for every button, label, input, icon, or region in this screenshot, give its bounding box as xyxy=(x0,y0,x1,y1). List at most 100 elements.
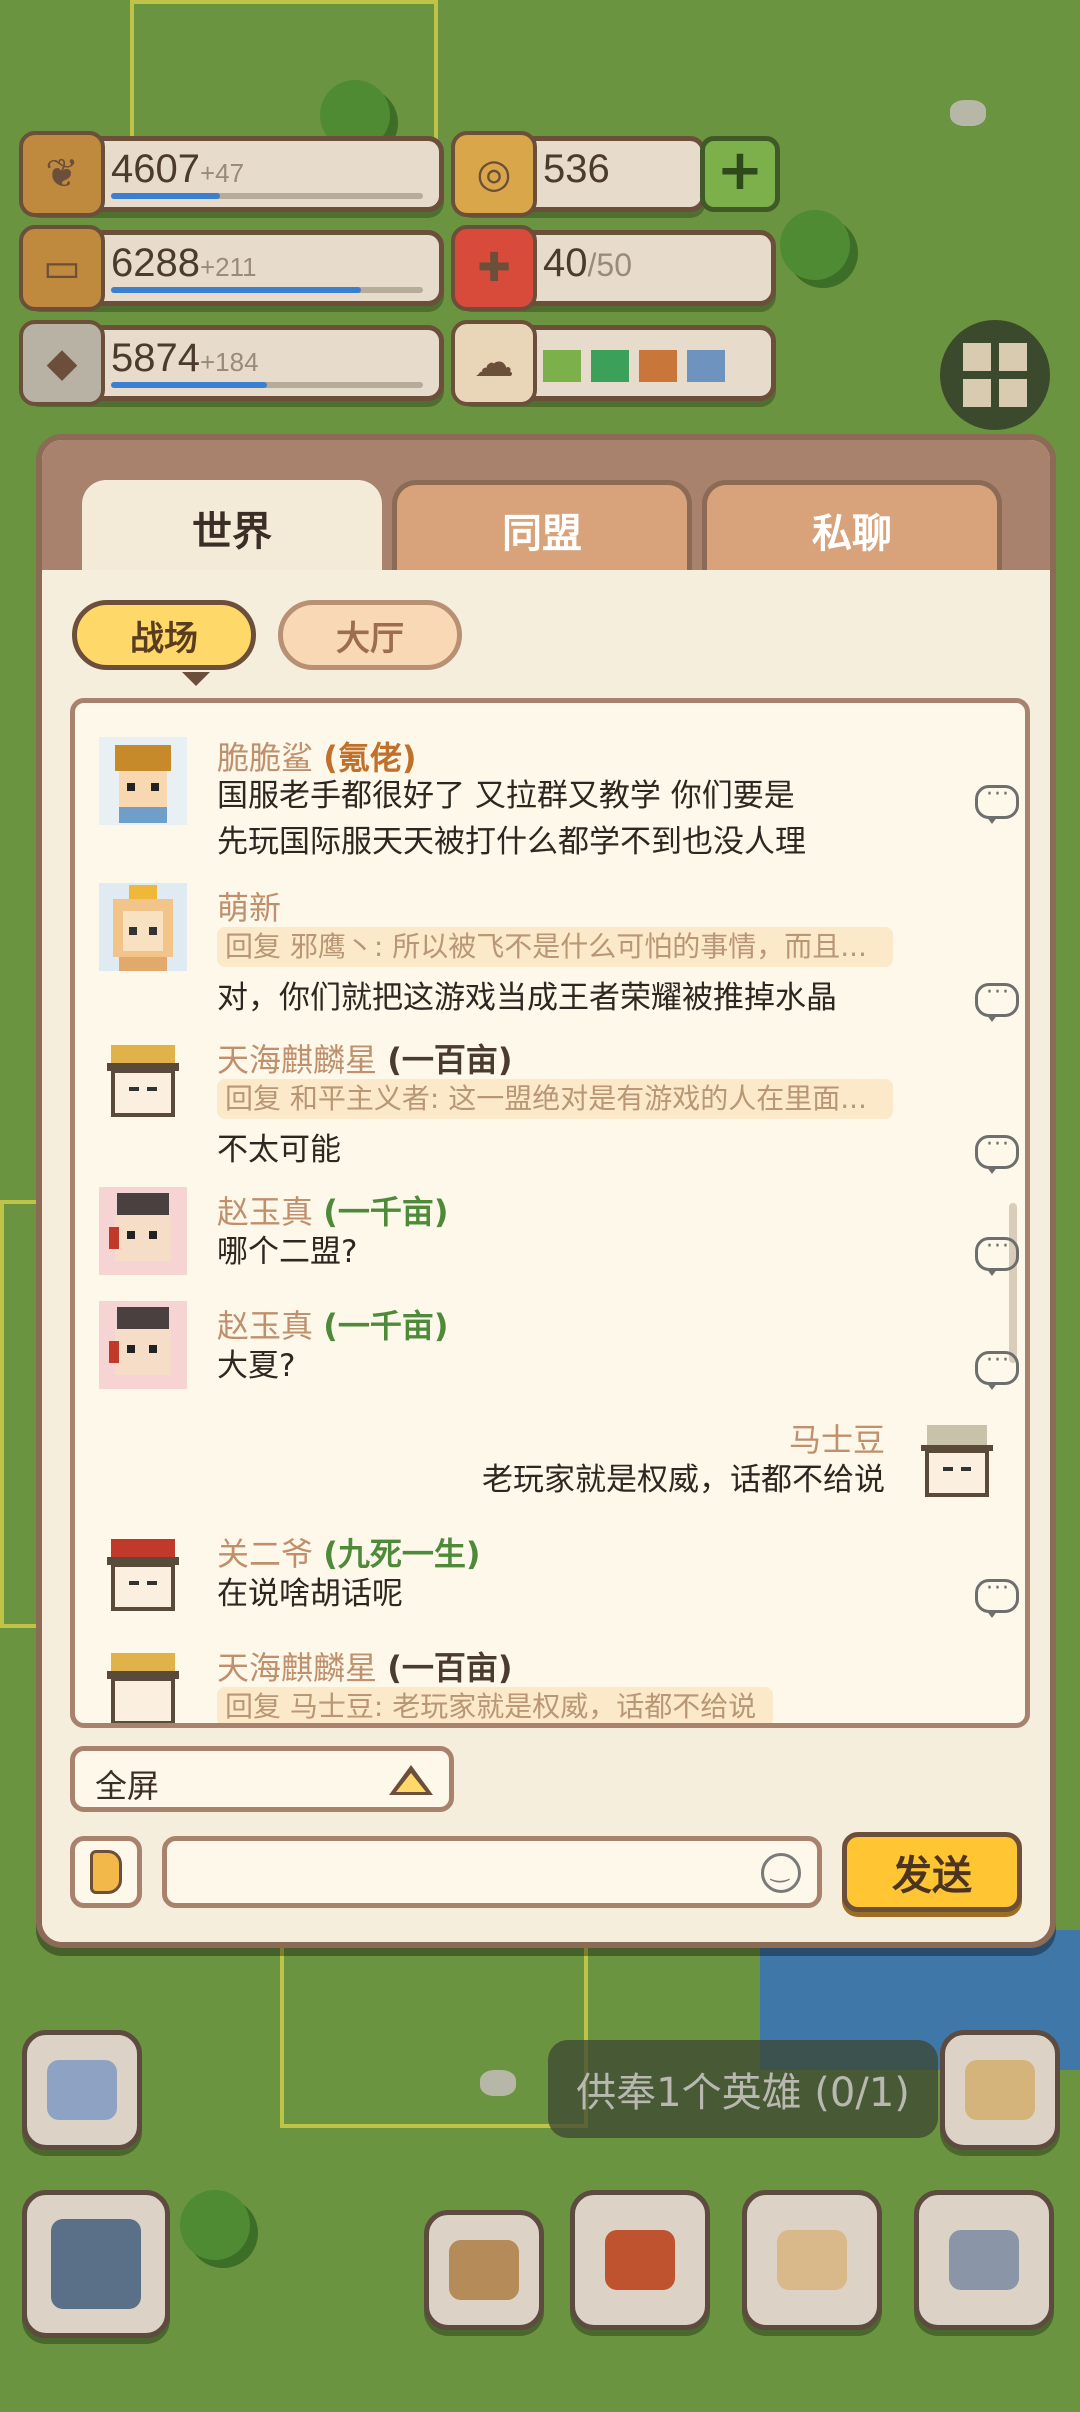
message-text: 老玩家就是权威，话都不给说 xyxy=(482,1462,885,1498)
chat-panel: 世界 同盟 私聊 战场 大厅 脆脆鲨 (氪佬) 国服老手都很好了 又拉群又教学 … xyxy=(36,434,1056,1948)
avatar[interactable] xyxy=(913,1415,1001,1503)
message-text: 对，你们就把这游戏当成王者荣耀被推掉水晶 xyxy=(217,980,837,1016)
menu-grid-button[interactable] xyxy=(940,320,1050,430)
send-button[interactable]: 发送 xyxy=(842,1832,1022,1912)
chat-open-button[interactable] xyxy=(22,2030,142,2150)
tab-world[interactable]: 世界 xyxy=(82,480,382,575)
speaker-icon xyxy=(90,1850,122,1894)
resource-stone[interactable]: ◆ 5874+184 xyxy=(19,320,444,406)
wheat-icon: ❦ xyxy=(19,131,105,217)
scroll-icon xyxy=(965,2060,1035,2120)
quest-scroll-button[interactable] xyxy=(940,2030,1060,2150)
chest-button[interactable] xyxy=(570,2190,710,2330)
reply-bubble-icon[interactable] xyxy=(975,1132,1019,1174)
reply-bubble-icon[interactable] xyxy=(975,1576,1019,1618)
resource-bar xyxy=(111,382,423,388)
resource-bar xyxy=(111,287,423,293)
message-text: 不太可能 xyxy=(217,1132,341,1168)
avatar[interactable] xyxy=(99,1529,187,1617)
chat-input[interactable] xyxy=(162,1836,822,1908)
coin-icon: ◎ xyxy=(451,131,537,217)
quoted-reply[interactable]: 回复 和平主义者: 这一盟绝对是有游戏的人在里面... xyxy=(217,1079,893,1119)
subtab-lobby[interactable]: 大厅 xyxy=(278,600,462,670)
chat-message: 脆脆鲨 (氪佬) 国服老手都很好了 又拉群又教学 你们要是 先玩国际服天天被打什… xyxy=(75,733,1025,873)
grid-icon xyxy=(963,343,1027,407)
reply-bubble-icon[interactable] xyxy=(975,1234,1019,1276)
farm-field xyxy=(130,0,438,158)
currency-value: 536 xyxy=(543,147,610,191)
sender-name: 马士豆 xyxy=(788,1421,885,1459)
resource-increment: +47 xyxy=(199,158,245,188)
resource-bar xyxy=(111,193,423,199)
gift-display[interactable]: ✚ 40/50 xyxy=(451,225,776,311)
chest-icon xyxy=(605,2230,675,2290)
subtab-battlefield[interactable]: 战场 xyxy=(72,600,256,670)
message-text: 哪个二盟? xyxy=(217,1234,358,1270)
avatar[interactable] xyxy=(99,1643,187,1723)
sender-name: 赵玉真 (一千亩) xyxy=(217,1307,449,1345)
reply-bubble-icon[interactable] xyxy=(975,980,1019,1022)
subtab-pointer xyxy=(182,672,210,686)
voice-button[interactable] xyxy=(70,1836,142,1908)
map-button[interactable] xyxy=(742,2190,882,2330)
gift-icon: ✚ xyxy=(451,225,537,311)
tab-private[interactable]: 私聊 xyxy=(702,480,1002,575)
gift-value: 40 xyxy=(543,241,588,285)
message-list[interactable]: 脆脆鲨 (氪佬) 国服老手都很好了 又拉群又教学 你们要是 先玩国际服天天被打什… xyxy=(70,698,1030,1728)
resource-value: 6288 xyxy=(111,241,200,285)
reply-bubble-icon[interactable] xyxy=(975,1348,1019,1390)
resource-wood[interactable]: ▭ 6288+211 xyxy=(19,225,444,311)
heroes-button[interactable] xyxy=(914,2190,1054,2330)
chat-message: 天海麒麟星 (一百亩) 回复 马士豆: 老玩家就是权威，话都不给说 xyxy=(75,1643,1025,1723)
avatar[interactable] xyxy=(99,1301,187,1389)
currency-display[interactable]: ◎ 536 xyxy=(451,131,706,217)
fullscreen-toggle[interactable]: 全屏 xyxy=(70,1746,454,1812)
chat-message: 关二爷 (九死一生) 在说啥胡话呢 xyxy=(75,1529,1025,1639)
rock xyxy=(480,2070,516,2096)
sender-title: (一百亩) xyxy=(387,1041,513,1079)
emoji-icon[interactable] xyxy=(761,1853,801,1893)
chat-message: 赵玉真 (一千亩) 哪个二盟? xyxy=(75,1187,1025,1297)
tab-alliance[interactable]: 同盟 xyxy=(392,480,692,575)
speech-bubble-icon xyxy=(47,2060,117,2120)
message-text: 大夏? xyxy=(217,1348,296,1384)
wood-icon: ▭ xyxy=(19,225,105,311)
sender-name: 赵玉真 (一千亩) xyxy=(217,1193,449,1231)
resource-increment: +184 xyxy=(199,347,259,377)
weather-swatch xyxy=(687,350,725,382)
chat-message: 天海麒麟星 (一百亩) 回复 和平主义者: 这一盟绝对是有游戏的人在里面... … xyxy=(75,1035,1025,1175)
quoted-reply[interactable]: 回复 马士豆: 老玩家就是权威，话都不给说 xyxy=(217,1687,773,1723)
heroes-icon xyxy=(949,2230,1019,2290)
tree xyxy=(180,2190,250,2260)
sender-title: (一百亩) xyxy=(387,1649,513,1687)
resource-food[interactable]: ❦ 4607+47 xyxy=(19,131,444,217)
reply-bubble-icon[interactable] xyxy=(975,782,1019,824)
weather-display[interactable]: ☁ xyxy=(451,320,776,406)
resource-increment: +211 xyxy=(199,252,257,282)
chevron-up-icon xyxy=(389,1765,433,1795)
chat-message: 萌新 回复 邪鹰丶: 所以被飞不是什么可怕的事情，而且... 对，你们就把这游戏… xyxy=(75,883,1025,1023)
avatar[interactable] xyxy=(99,1187,187,1275)
sender-title: (氪佬) xyxy=(323,739,417,777)
quoted-reply[interactable]: 回复 邪鹰丶: 所以被飞不是什么可怕的事情，而且... xyxy=(217,927,893,967)
avatar[interactable] xyxy=(99,883,187,971)
chat-message-self: 马士豆 老玩家就是权威，话都不给说 xyxy=(75,1415,1025,1525)
weather-swatch xyxy=(639,350,677,382)
build-button[interactable] xyxy=(424,2210,544,2330)
sender-name: 萌新 xyxy=(217,889,282,927)
weather-icon: ☁ xyxy=(451,320,537,406)
resource-value: 5874 xyxy=(111,336,200,380)
home-button[interactable] xyxy=(22,2190,170,2338)
sender-title: (一千亩) xyxy=(323,1307,449,1345)
avatar[interactable] xyxy=(99,1035,187,1123)
add-currency-button[interactable]: + xyxy=(700,136,780,212)
stone-icon: ◆ xyxy=(19,320,105,406)
avatar[interactable] xyxy=(99,737,187,825)
farm-field xyxy=(280,1920,588,2128)
tree xyxy=(780,210,850,280)
sender-name: 天海麒麟星 (一百亩) xyxy=(217,1041,513,1079)
chat-message: 赵玉真 (一千亩) 大夏? xyxy=(75,1301,1025,1411)
sender-name: 天海麒麟星 (一百亩) xyxy=(217,1649,513,1687)
message-text: 先玩国际服天天被打什么都学不到也没人理 xyxy=(217,824,806,860)
map-pin-icon xyxy=(777,2230,847,2290)
